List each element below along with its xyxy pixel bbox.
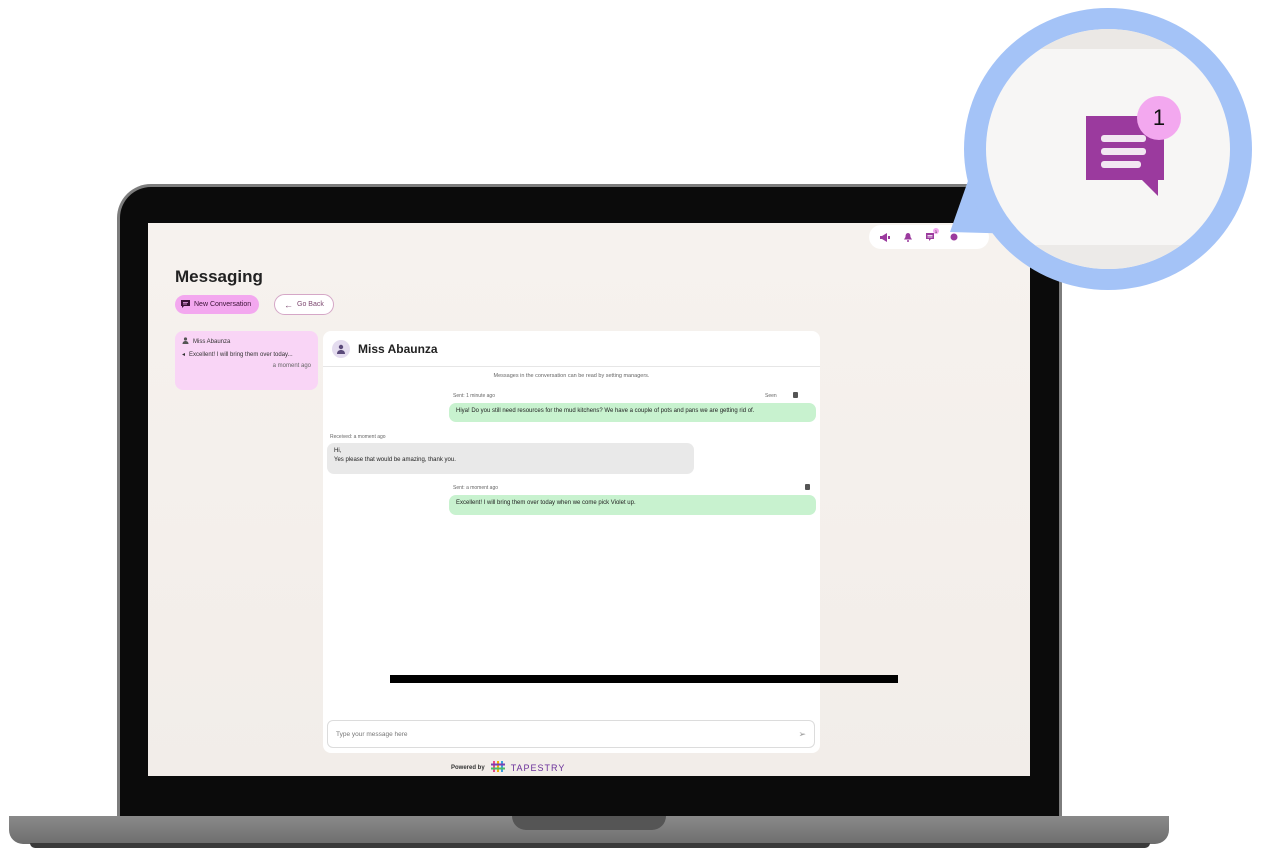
message-input[interactable]: Type your message here ➢ — [327, 720, 815, 748]
new-conversation-label: New Conversation — [194, 301, 252, 308]
messages-badge: 1 — [933, 228, 939, 234]
chat-header: Miss Abaunza — [323, 331, 820, 367]
chat-contact-name: Miss Abaunza — [358, 341, 438, 356]
avatar — [332, 339, 350, 358]
chat-icon — [181, 299, 190, 310]
message-text: Hi, — [334, 448, 342, 454]
megaphone-icon[interactable] — [879, 232, 890, 242]
message-bubble-sent: Hiya! Do you still need resources for th… — [449, 403, 816, 422]
person-icon — [182, 337, 189, 346]
message-text: Excellent! I will bring them over today … — [456, 500, 636, 506]
conversation-name: Miss Abaunza — [193, 338, 231, 345]
powered-by: Powered by TAPESTRY — [451, 761, 565, 774]
message-meta: Sent: 1 minute ago — [453, 393, 495, 399]
trash-icon[interactable] — [793, 392, 798, 398]
messages-icon[interactable]: 1 — [926, 228, 939, 242]
tapestry-logo-icon — [490, 761, 505, 774]
conversation-time: a moment ago — [272, 363, 311, 369]
message-status: Seen — [765, 393, 777, 399]
notification-badge: 1 — [1137, 96, 1181, 140]
message-bubble-received: Hi, Yes please that would be amazing, th… — [327, 443, 694, 474]
trash-icon[interactable] — [805, 484, 810, 490]
reply-icon: ◂ — [182, 352, 186, 358]
message-bubble-sent: Excellent! I will bring them over today … — [449, 495, 816, 515]
page-title: Messaging — [175, 267, 263, 286]
chat-notice: Messages in the conversation can be read… — [493, 373, 650, 379]
chat-panel: Miss Abaunza Messages in the conversatio… — [323, 331, 820, 753]
conversation-list-item[interactable]: Miss Abaunza ◂ Excellent! I will bring t… — [175, 331, 318, 390]
topbar-icons: 1 — [869, 225, 989, 249]
message-meta: Sent: a moment ago — [453, 485, 499, 491]
message-text: Yes please that would be amazing, thank … — [334, 457, 456, 464]
account-icon[interactable] — [950, 233, 958, 241]
redaction-bar — [390, 675, 898, 683]
app-screen: 1 Messaging New Conversation ← Go Back M… — [148, 223, 1030, 776]
laptop-notch — [512, 816, 666, 830]
bell-icon[interactable] — [904, 232, 912, 242]
send-icon[interactable]: ➢ — [798, 729, 806, 740]
tapestry-brand: TAPESTRY — [510, 762, 566, 773]
conversation-preview: Excellent! I will bring them over today.… — [189, 351, 293, 358]
message-meta: Received: a moment ago — [330, 434, 386, 440]
powered-by-label: Powered by — [451, 764, 485, 771]
message-text: Hiya! Do you still need resources for th… — [456, 408, 755, 414]
arrow-left-icon: ← — [284, 299, 293, 310]
new-conversation-button[interactable]: New Conversation — [175, 295, 260, 314]
go-back-button[interactable]: ← Go Back — [274, 294, 334, 315]
laptop-base-shadow — [30, 843, 1150, 848]
go-back-label: Go Back — [297, 301, 324, 308]
message-input-placeholder: Type your message here — [336, 730, 408, 738]
